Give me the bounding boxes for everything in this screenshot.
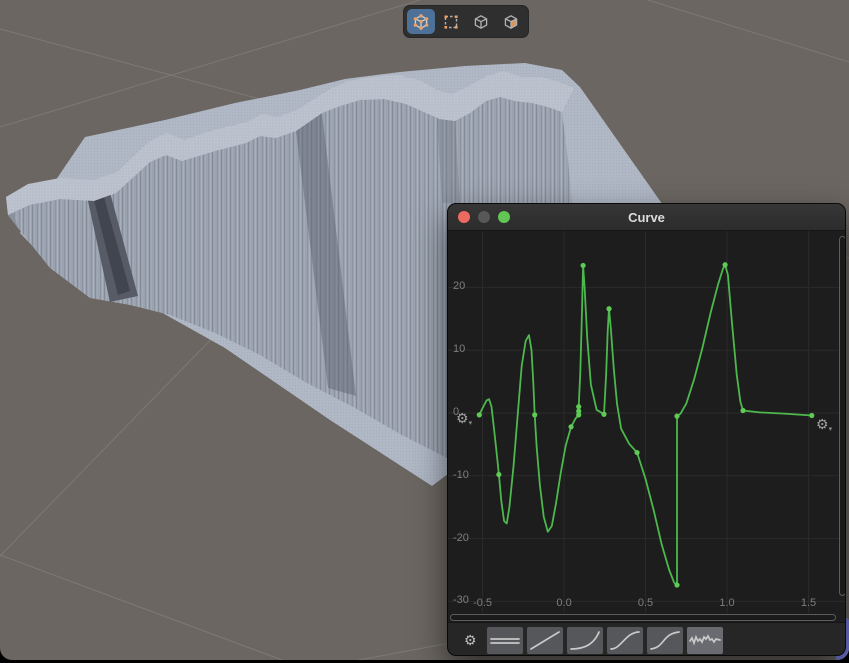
- noise-curve-icon: [687, 627, 723, 654]
- curve-control-point[interactable]: [809, 413, 814, 418]
- constant-curve-icon: [487, 627, 523, 654]
- x-axis-tick-label: 0.0: [550, 597, 578, 609]
- curve-control-point[interactable]: [477, 412, 482, 417]
- curve-end-settings-gear-icon[interactable]: ⚙▾: [816, 417, 832, 437]
- preset-smooth-step-button[interactable]: [607, 627, 643, 654]
- y-axis-tick-label: 20: [453, 280, 465, 292]
- ease-in-curve-icon: [567, 627, 603, 654]
- selection-mode-toolbar: [403, 5, 529, 38]
- curve-control-point[interactable]: [581, 263, 586, 268]
- cube-faces-icon: [472, 13, 490, 31]
- zoom-button[interactable]: [498, 211, 510, 223]
- curve-control-point[interactable]: [576, 404, 581, 409]
- horizontal-scrollbar[interactable]: [448, 613, 846, 622]
- x-axis-tick-label: 1.0: [713, 597, 741, 609]
- curve-control-point[interactable]: [606, 306, 611, 311]
- marquee-icon: [442, 13, 460, 31]
- curve-window-titlebar[interactable]: Curve: [448, 204, 845, 231]
- preset-noise-button[interactable]: [687, 627, 723, 654]
- linear-curve-icon: [527, 627, 563, 654]
- curve-control-point[interactable]: [496, 472, 501, 477]
- curve-control-point[interactable]: [634, 450, 639, 455]
- preset-constant-button[interactable]: [487, 627, 523, 654]
- curve-window: Curve ⚙▾ ⚙▾ 20100-10-20-30-0.50.00.51.01…: [447, 203, 846, 656]
- curve-control-point[interactable]: [740, 408, 745, 413]
- y-axis-tick-label: -30: [453, 594, 469, 606]
- curve-control-point[interactable]: [532, 412, 537, 417]
- curve-settings-gear-icon[interactable]: ⚙: [464, 632, 477, 649]
- cube-vertices-icon: [412, 13, 430, 31]
- minimize-button[interactable]: [478, 211, 490, 223]
- plot-gridlines: [448, 231, 846, 613]
- curve-control-point[interactable]: [722, 262, 727, 267]
- select-solid-mode-button[interactable]: [497, 9, 525, 34]
- y-axis-tick-label: -10: [453, 469, 469, 481]
- smooth-step-curve-icon: [607, 627, 643, 654]
- traffic-lights: [458, 204, 510, 230]
- curve-canvas: [448, 231, 846, 613]
- select-vertex-mode-button[interactable]: [407, 9, 435, 34]
- x-axis-tick-label: 0.5: [632, 597, 660, 609]
- curve-control-point[interactable]: [674, 414, 679, 419]
- preset-ease-in-button[interactable]: [567, 627, 603, 654]
- close-button[interactable]: [458, 211, 470, 223]
- curve-plot-area[interactable]: ⚙▾ ⚙▾ 20100-10-20-30-0.50.00.51.01.5: [448, 231, 846, 613]
- y-axis-tick-label: 10: [453, 343, 465, 355]
- curve-control-point[interactable]: [601, 412, 606, 417]
- x-axis-tick-label: -0.5: [469, 597, 497, 609]
- preset-ease-in-out-button[interactable]: [647, 627, 683, 654]
- app-window: Curve ⚙▾ ⚙▾ 20100-10-20-30-0.50.00.51.01…: [0, 0, 849, 663]
- preset-linear-button[interactable]: [527, 627, 563, 654]
- cube-solid-icon: [502, 13, 520, 31]
- horizontal-scrollbar-thumb[interactable]: [450, 614, 836, 621]
- curve-control-point[interactable]: [674, 582, 679, 587]
- y-axis-tick-label: 0: [453, 406, 459, 418]
- 3d-viewport[interactable]: Curve ⚙▾ ⚙▾ 20100-10-20-30-0.50.00.51.01…: [0, 0, 849, 660]
- curve-presets-toolbar: ⚙: [448, 622, 846, 656]
- vertical-scrollbar-thumb[interactable]: [839, 236, 846, 596]
- select-face-mode-button[interactable]: [467, 9, 495, 34]
- vertical-scrollbar[interactable]: [839, 234, 846, 604]
- curve-control-point[interactable]: [568, 424, 573, 429]
- select-edge-mode-button[interactable]: [437, 9, 465, 34]
- y-axis-tick-label: -20: [453, 532, 469, 544]
- ease-in-out-curve-icon: [647, 627, 683, 654]
- x-axis-tick-label: 1.5: [795, 597, 823, 609]
